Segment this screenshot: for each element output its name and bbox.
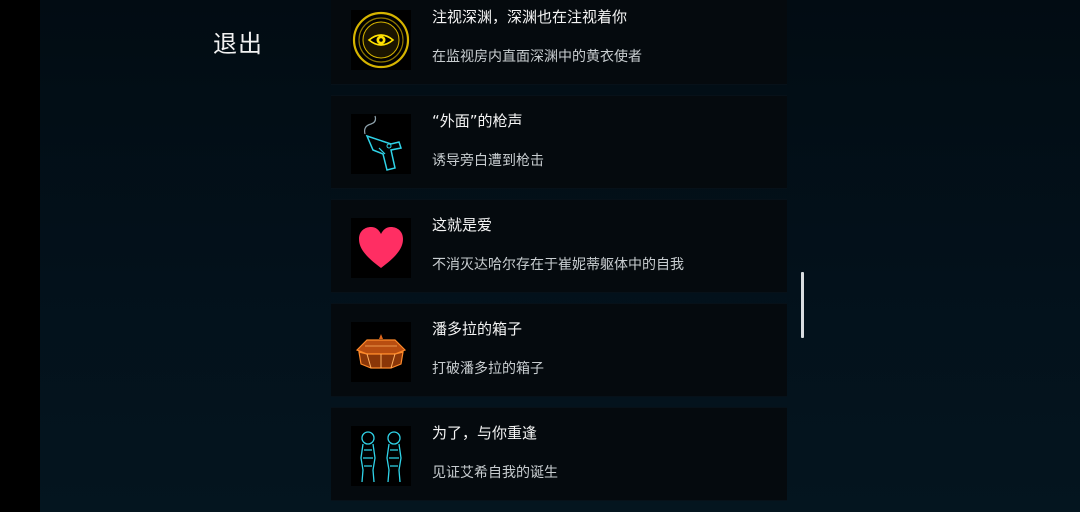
- exit-button[interactable]: 退出: [213, 24, 263, 59]
- pistol-icon: [364, 115, 402, 171]
- achievement-title: 潘多拉的箱子: [432, 320, 523, 338]
- achievement-description: 不消灭达哈尔存在于崔妮蒂躯体中的自我: [432, 257, 684, 273]
- achievement-title: “外面”的枪声: [432, 112, 523, 130]
- achievement-icon-frame: [351, 322, 411, 382]
- achievement-card: 注视深渊，深渊也在注视着你 在监视房内直面深渊中的黄衣使者: [331, 0, 787, 84]
- eye-icon: [352, 11, 410, 69]
- achievement-description: 见证艾希自我的诞生: [432, 465, 558, 481]
- achievement-list[interactable]: 注视深渊，深渊也在注视着你 在监视房内直面深渊中的黄衣使者 “外面”的枪声 诱导…: [331, 0, 787, 512]
- achievement-card: 这就是爱 不消灭达哈尔存在于崔妮蒂躯体中的自我: [331, 200, 787, 292]
- achievement-icon-frame: [351, 218, 411, 278]
- achievement-description: 诱导旁白遭到枪击: [432, 153, 544, 169]
- heart-icon: [359, 227, 403, 268]
- achievement-card: 潘多拉的箱子 打破潘多拉的箱子: [331, 304, 787, 396]
- achievement-card: 为了，与你重逢 见证艾希自我的诞生: [331, 408, 787, 500]
- achievement-icon-frame: [351, 10, 411, 70]
- achievement-title: 为了，与你重逢: [432, 424, 538, 442]
- achievement-icon-frame: [351, 114, 411, 174]
- twin-figures-icon: [360, 431, 402, 483]
- achievement-title: 注视深渊，深渊也在注视着你: [432, 8, 628, 26]
- pandora-box-icon: [355, 334, 407, 369]
- achievement-card: “外面”的枪声 诱导旁白遭到枪击: [331, 96, 787, 188]
- achievement-description: 在监视房内直面深渊中的黄衣使者: [432, 49, 642, 65]
- achievement-description: 打破潘多拉的箱子: [432, 361, 544, 377]
- achievement-icon-frame: [351, 426, 411, 486]
- achievement-title: 这就是爱: [432, 216, 493, 234]
- scrollbar-thumb[interactable]: [801, 272, 804, 338]
